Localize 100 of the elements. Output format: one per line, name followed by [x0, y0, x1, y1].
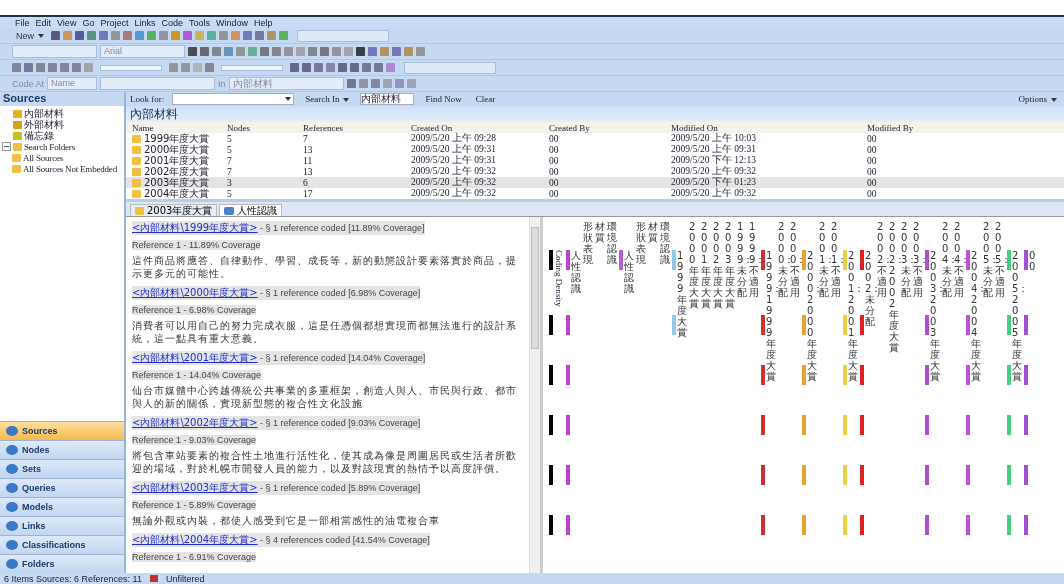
- document-tab[interactable]: 人性認識: [219, 204, 283, 216]
- coding-stripe[interactable]: [566, 365, 570, 385]
- look-for-field[interactable]: [172, 93, 295, 105]
- coding-stripe[interactable]: [1024, 515, 1028, 535]
- coding-stripe[interactable]: [925, 415, 929, 435]
- menu-item[interactable]: Links: [134, 17, 156, 28]
- source-link[interactable]: <內部材料\2003年度大賞>: [132, 482, 258, 493]
- coding-stripe[interactable]: [761, 465, 765, 485]
- navigation-button[interactable]: Queries: [0, 478, 124, 497]
- menu-item[interactable]: Project: [100, 17, 129, 28]
- table-row[interactable]: 2000年度大賞 5 13 2009/5/20 上午 09:31 00 2009/5/20 上午 09:31 00: [126, 144, 1064, 155]
- coding-stripe[interactable]: [802, 415, 806, 435]
- coding-stripe[interactable]: [1007, 415, 1011, 435]
- scrollbar[interactable]: [529, 217, 540, 573]
- column-header[interactable]: Nodes: [227, 122, 303, 133]
- column-header[interactable]: Created By: [549, 122, 671, 133]
- coding-stripe[interactable]: [843, 465, 847, 485]
- navigation-button[interactable]: Links: [0, 516, 124, 535]
- coding-stripe[interactable]: [843, 415, 847, 435]
- coding-stripe[interactable]: [966, 515, 970, 535]
- navigation-button[interactable]: Sets: [0, 459, 124, 478]
- coding-stripe[interactable]: [1007, 365, 1011, 385]
- source-link[interactable]: <內部材料\2000年度大賞>: [132, 287, 258, 298]
- new-button[interactable]: New: [12, 30, 48, 41]
- coding-stripe[interactable]: [566, 415, 570, 435]
- column-header[interactable]: Created On: [411, 122, 549, 133]
- coding-stripe[interactable]: [966, 415, 970, 435]
- coding-stripe[interactable]: [549, 465, 553, 485]
- coding-stripe[interactable]: [672, 315, 676, 335]
- table-row[interactable]: 2004年度大賞 5 17 2009/5/20 上午 09:32 00 2009/5/20 上午 09:32 00: [126, 188, 1064, 199]
- tree-item[interactable]: All Sources Not Embedded: [23, 163, 117, 174]
- coding-stripe[interactable]: [802, 365, 806, 385]
- coding-stripe[interactable]: [843, 315, 847, 335]
- coding-stripe[interactable]: [549, 515, 553, 535]
- menu-item[interactable]: View: [57, 17, 77, 28]
- clear-button[interactable]: Clear: [472, 94, 499, 104]
- coding-stripe[interactable]: [1007, 515, 1011, 535]
- navigation-button[interactable]: Nodes: [0, 440, 124, 459]
- coding-stripe[interactable]: [566, 465, 570, 485]
- coding-stripe[interactable]: [549, 365, 553, 385]
- coding-stripe[interactable]: [925, 465, 929, 485]
- coding-stripe[interactable]: [966, 465, 970, 485]
- menu-item[interactable]: Code: [161, 17, 183, 28]
- coding-stripe[interactable]: [761, 515, 765, 535]
- source-link[interactable]: <內部材料\2001年度大賞>: [132, 352, 258, 363]
- menu-item[interactable]: Help: [254, 17, 273, 28]
- coding-stripe[interactable]: [843, 250, 847, 270]
- coding-stripe[interactable]: [925, 365, 929, 385]
- coding-stripe[interactable]: [925, 315, 929, 335]
- coding-stripe[interactable]: [761, 365, 765, 385]
- coding-stripe[interactable]: [761, 250, 765, 270]
- coding-stripe[interactable]: [1024, 365, 1028, 385]
- tree-item[interactable]: All Sources: [23, 152, 64, 163]
- menu-item[interactable]: Window: [215, 17, 248, 28]
- table-row[interactable]: 2003年度大賞 3 6 2009/5/20 上午 09:32 00 2009/5/20 下午 01:23 00: [126, 177, 1064, 188]
- coding-stripe[interactable]: [549, 315, 553, 335]
- toolbar-field[interactable]: [404, 61, 496, 74]
- column-header[interactable]: References: [303, 122, 411, 133]
- navigation-button[interactable]: Sources: [0, 421, 124, 440]
- menu-item[interactable]: Tools: [188, 17, 210, 28]
- coding-stripe[interactable]: [672, 250, 676, 270]
- code-dropdown[interactable]: [100, 77, 216, 90]
- document-tab[interactable]: 2003年度大賞: [130, 204, 218, 216]
- column-header[interactable]: Modified By: [867, 122, 1017, 133]
- coding-stripe[interactable]: [566, 315, 570, 335]
- source-link[interactable]: <內部材料\1999年度大賞>: [132, 222, 258, 233]
- coding-stripe[interactable]: [843, 365, 847, 385]
- coding-stripe[interactable]: [566, 250, 570, 270]
- table-row[interactable]: 2002年度大賞 7 13 2009/5/20 上午 09:32 00 2009/5/20 上午 09:32 00: [126, 166, 1064, 177]
- coding-stripe[interactable]: [1024, 315, 1028, 335]
- coding-stripe[interactable]: [843, 515, 847, 535]
- coding-stripe[interactable]: [802, 515, 806, 535]
- navigation-button[interactable]: Folders: [0, 554, 124, 573]
- menu-item[interactable]: File: [15, 17, 30, 28]
- coding-stripe[interactable]: [1007, 465, 1011, 485]
- coding-stripe[interactable]: [1007, 250, 1011, 270]
- source-link[interactable]: <內部材料\2004年度大賞>: [132, 534, 258, 545]
- menu-item[interactable]: Go: [82, 17, 95, 28]
- find-now-button[interactable]: Find Now: [422, 94, 465, 104]
- coding-stripe[interactable]: [761, 415, 765, 435]
- coding-stripe[interactable]: [860, 250, 864, 270]
- navigation-button[interactable]: Models: [0, 497, 124, 516]
- toolbar-field[interactable]: [297, 29, 389, 42]
- navigation-button[interactable]: Classifications: [0, 535, 124, 554]
- coding-stripe[interactable]: [802, 250, 806, 270]
- search-in-field[interactable]: 內部材料: [360, 93, 415, 105]
- coding-stripe[interactable]: [860, 415, 864, 435]
- menu-item[interactable]: Edit: [35, 17, 52, 28]
- collapse-icon[interactable]: [2, 142, 11, 151]
- coding-stripe[interactable]: [925, 250, 929, 270]
- style-dropdown[interactable]: [12, 45, 97, 58]
- table-row[interactable]: 2001年度大賞 7 11 2009/5/20 上午 09:31 00 2009/5/20 下午 12:13 00: [126, 155, 1064, 166]
- coding-stripe[interactable]: [549, 415, 553, 435]
- coding-stripe[interactable]: [566, 515, 570, 535]
- coding-stripe[interactable]: [966, 250, 970, 270]
- column-header[interactable]: Name: [126, 122, 227, 133]
- coding-stripe[interactable]: [860, 465, 864, 485]
- source-link[interactable]: <內部材料\2002年度大賞>: [132, 417, 258, 428]
- coding-stripe[interactable]: [860, 515, 864, 535]
- coding-stripe[interactable]: [619, 250, 623, 270]
